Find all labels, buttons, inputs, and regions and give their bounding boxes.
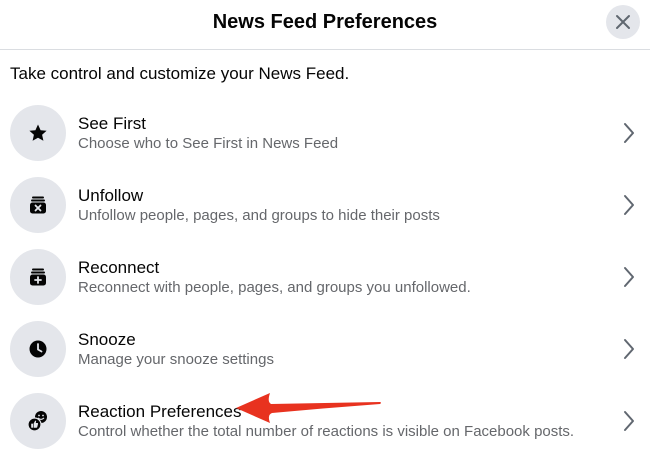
reconnect-title: Reconnect [78, 258, 160, 277]
news-feed-preferences-dialog: News Feed Preferences Take control and c… [0, 0, 650, 458]
reconnect-icon-circle [10, 249, 66, 305]
reconnect-description: Reconnect with people, pages, and groups… [78, 279, 471, 296]
chevron-right-icon [624, 123, 634, 143]
snooze-icon-circle [10, 321, 66, 377]
unfollow-inbox-icon [30, 196, 46, 214]
reaction-preferences-row[interactable]: Reaction Preferences Control whether the… [0, 385, 650, 457]
snooze-description: Manage your snooze settings [78, 351, 274, 368]
snooze-title: Snooze [78, 330, 136, 349]
clock-icon [29, 340, 47, 358]
reconnect-inbox-icon [30, 268, 46, 286]
dialog-title: News Feed Preferences [212, 11, 438, 33]
dialog-header: News Feed Preferences [0, 0, 650, 50]
see-first-title: See First [78, 114, 147, 133]
reaction-preferences-title: Reaction Preferences [78, 402, 242, 421]
close-icon [616, 15, 630, 29]
unfollow-title: Unfollow [78, 186, 144, 205]
dialog-subtitle: Take control and customize your News Fee… [10, 64, 350, 83]
chevron-right-icon [624, 411, 634, 431]
reaction-preferences-icon-circle [10, 393, 66, 449]
reactions-icon [27, 411, 47, 432]
see-first-icon-circle [10, 105, 66, 161]
unfollow-row[interactable]: Unfollow Unfollow people, pages, and gro… [0, 169, 650, 241]
snooze-row[interactable]: Snooze Manage your snooze settings [0, 313, 650, 385]
unfollow-icon-circle [10, 177, 66, 233]
star-icon [29, 124, 47, 141]
see-first-description: Choose who to See First in News Feed [78, 135, 339, 152]
reconnect-row[interactable]: Reconnect Reconnect with people, pages, … [0, 241, 650, 313]
close-button[interactable] [606, 5, 640, 39]
chevron-right-icon [624, 195, 634, 215]
unfollow-description: Unfollow people, pages, and groups to hi… [78, 207, 440, 224]
chevron-right-icon [624, 267, 634, 287]
chevron-right-icon [624, 339, 634, 359]
reaction-preferences-description: Control whether the total number of reac… [78, 423, 575, 440]
see-first-row[interactable]: See First Choose who to See First in New… [0, 97, 650, 169]
